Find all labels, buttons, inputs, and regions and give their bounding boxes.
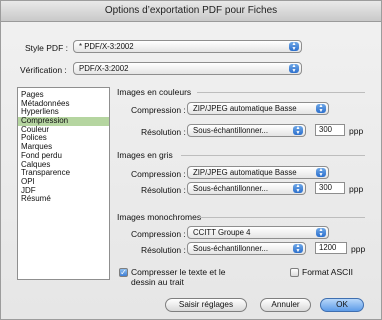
ascii-format-label: Format ASCII: [302, 267, 354, 277]
color-images-title: Images en couleurs: [117, 87, 192, 97]
mono-resolution-select[interactable]: Sous-échantillonner... ▲ ▼: [187, 242, 306, 255]
gray-dpi-input[interactable]: 300: [315, 182, 345, 194]
gray-dpi-unit: ppp: [349, 184, 364, 194]
updown-arrows-icon: ▲ ▼: [316, 228, 326, 237]
updown-arrows-icon: ▲ ▼: [293, 244, 303, 253]
style-value: * PDF/X-3:2002: [79, 42, 134, 51]
style-select[interactable]: * PDF/X-3:2002 ▲ ▼: [73, 40, 302, 53]
compress-text-label-line1: Compresser le texte et le: [131, 267, 226, 277]
updown-arrows-icon: ▲ ▼: [293, 126, 303, 135]
section-divider: [181, 155, 365, 156]
color-resolution-select[interactable]: Sous-échantillonner... ▲ ▼: [187, 124, 306, 137]
color-dpi-input[interactable]: 300: [315, 124, 345, 136]
color-dpi-unit: ppp: [349, 126, 364, 136]
compress-text-checkbox[interactable]: ✓: [119, 268, 128, 277]
updown-arrows-icon: ▲ ▼: [289, 64, 299, 73]
mono-resolution-label: Résolution :: [141, 245, 186, 255]
color-resolution-value: Sous-échantillonner...: [193, 126, 268, 135]
gray-resolution-label: Résolution :: [141, 185, 186, 195]
color-compression-select[interactable]: ZIP/JPEG automatique Basse ▲ ▼: [187, 102, 329, 115]
gray-compression-value: ZIP/JPEG automatique Basse: [193, 168, 297, 177]
ok-button[interactable]: OK: [320, 298, 364, 312]
mono-compression-value: CCITT Groupe 4: [193, 228, 251, 237]
section-divider: [199, 217, 365, 218]
checkmark-icon: ✓: [120, 268, 127, 277]
mono-dpi-input[interactable]: 1200: [315, 242, 347, 254]
cancel-button[interactable]: Annuler: [260, 298, 311, 312]
mono-images-title: Images monochromes: [117, 212, 202, 222]
mono-compression-select[interactable]: CCITT Groupe 4 ▲ ▼: [187, 226, 329, 239]
ascii-format-checkbox[interactable]: [290, 268, 299, 277]
style-label: Style PDF :: [25, 43, 68, 53]
updown-arrows-icon: ▲ ▼: [316, 104, 326, 113]
compress-text-label-line2: dessin au trait: [131, 277, 184, 287]
color-compression-value: ZIP/JPEG automatique Basse: [193, 104, 297, 113]
verification-value: PDF/X-3:2002: [79, 64, 129, 73]
gray-resolution-select[interactable]: Sous-échantillonner... ▲ ▼: [187, 182, 306, 195]
color-compression-label: Compression :: [131, 105, 186, 115]
gray-compression-label: Compression :: [131, 169, 186, 179]
mono-compression-label: Compression :: [131, 229, 186, 239]
gray-images-title: Images en gris: [117, 150, 173, 160]
section-divider: [197, 92, 365, 93]
dialog-title: Options d’exportation PDF pour Fiches: [1, 1, 381, 22]
gray-compression-select[interactable]: ZIP/JPEG automatique Basse ▲ ▼: [187, 166, 329, 179]
export-dialog: Options d’exportation PDF pour Fiches St…: [0, 0, 382, 320]
updown-arrows-icon: ▲ ▼: [289, 42, 299, 51]
verification-label: Vérification :: [20, 65, 67, 75]
save-settings-button[interactable]: Saisir réglages: [165, 298, 247, 312]
category-list: Pages Métadonnées Hyperliens Compression…: [17, 87, 110, 280]
sidebar-item-summary[interactable]: Résumé: [18, 195, 109, 204]
color-resolution-label: Résolution :: [141, 127, 186, 137]
updown-arrows-icon: ▲ ▼: [316, 168, 326, 177]
gray-resolution-value: Sous-échantillonner...: [193, 184, 268, 193]
updown-arrows-icon: ▲ ▼: [293, 184, 303, 193]
mono-resolution-value: Sous-échantillonner...: [193, 244, 268, 253]
mono-dpi-unit: ppp: [351, 244, 366, 254]
verification-select[interactable]: PDF/X-3:2002 ▲ ▼: [73, 62, 302, 75]
